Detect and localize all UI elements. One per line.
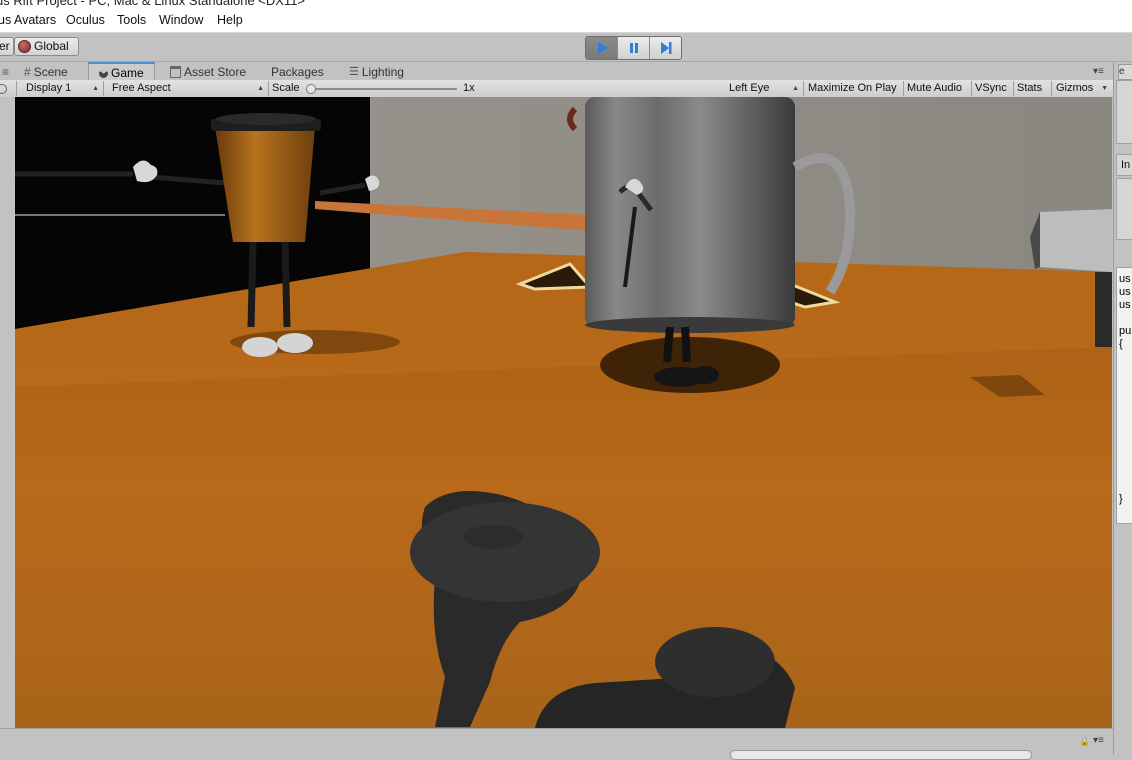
store-icon <box>170 66 181 78</box>
sliders-icon: ☰ <box>349 66 359 78</box>
mute-audio-toggle[interactable]: Mute Audio <box>903 81 972 96</box>
mute-audio-label: Mute Audio <box>907 82 963 94</box>
code-line-4: pu <box>1119 325 1132 337</box>
view-tab-strip: ≡ # Scene Game Asset Store Packages ☰ Li… <box>0 62 1113 82</box>
play-icon <box>597 42 608 54</box>
bottom-search-field[interactable] <box>730 750 1032 760</box>
menu-window[interactable]: Window <box>159 13 203 27</box>
code-line-6: } <box>1119 493 1123 505</box>
tab-packages[interactable]: Packages <box>271 64 324 80</box>
bottom-panel: 🔒 ▾≡ <box>0 728 1113 760</box>
eye-dropdown[interactable]: Left Eye ▲ <box>725 81 804 96</box>
code-line-1: us <box>1119 273 1131 285</box>
panel-options-icon[interactable]: ▾≡ <box>1093 64 1104 80</box>
chevron-updown-icon: ▲ <box>257 85 264 92</box>
vsync-toggle[interactable]: VSync <box>971 81 1014 96</box>
eye-label: Left Eye <box>729 82 770 94</box>
window-title: us Rift Project - PC, Mac & Linux Standa… <box>0 0 306 8</box>
game-render <box>15 97 1112 728</box>
scale-value: 1x <box>463 82 475 94</box>
tab-packages-label: Packages <box>271 65 324 79</box>
tab-scene[interactable]: # Scene <box>24 64 68 80</box>
menu-tools[interactable]: Tools <box>117 13 146 27</box>
lock-icon[interactable]: 🔒 <box>1079 736 1090 747</box>
tab-game[interactable]: Game <box>88 62 155 82</box>
display-dropdown[interactable]: Display 1 ▲ <box>22 81 104 96</box>
inspector-section-label: In <box>1121 159 1131 171</box>
global-toggle-button[interactable]: Global <box>14 37 79 56</box>
gizmos-label: Gizmos <box>1056 82 1094 94</box>
game-viewport[interactable] <box>15 97 1112 728</box>
scale-slider-track[interactable] <box>309 88 457 90</box>
code-line-5: { <box>1119 338 1123 350</box>
pivot-button[interactable]: er <box>0 37 14 56</box>
game-view-toolbar: Display 1 ▲ Free Aspect ▲ Scale 1x Left … <box>0 80 1113 98</box>
panel-options-icon[interactable]: ▾≡ <box>1093 735 1104 746</box>
tab-asset-store-label: Asset Store <box>184 65 247 79</box>
circle-icon <box>0 84 7 94</box>
chevron-down-icon: ▼ <box>1101 85 1108 92</box>
pivot-label: er <box>0 39 10 53</box>
scale-label: Scale <box>272 82 300 94</box>
tab-asset-store[interactable]: Asset Store <box>170 64 246 80</box>
menu-help[interactable]: Help <box>217 13 243 27</box>
aspect-label: Free Aspect <box>112 82 171 94</box>
game-view-left-control[interactable] <box>0 81 17 96</box>
play-button[interactable] <box>586 37 618 59</box>
pacman-icon <box>99 68 108 78</box>
code-line-2: us <box>1119 286 1131 298</box>
inspector-tab[interactable]: e <box>1118 64 1132 80</box>
global-label: Global <box>34 39 69 53</box>
tab-menu-icon[interactable]: ≡ <box>2 64 9 80</box>
chevron-updown-icon: ▲ <box>92 85 99 92</box>
window-titlebar: us Rift Project - PC, Mac & Linux Standa… <box>0 0 1132 8</box>
aspect-dropdown[interactable]: Free Aspect ▲ <box>108 81 269 96</box>
gizmos-dropdown[interactable]: Gizmos ▼ <box>1052 81 1112 96</box>
scale-slider-thumb[interactable] <box>306 84 316 94</box>
left-panel-edge <box>0 97 15 728</box>
maximize-on-play-toggle[interactable]: Maximize On Play <box>804 81 904 96</box>
pause-icon <box>629 43 638 53</box>
globe-icon <box>18 40 31 53</box>
play-controls <box>585 36 682 60</box>
stats-toggle[interactable]: Stats <box>1013 81 1052 96</box>
tab-lighting[interactable]: ☰ Lighting <box>349 64 404 80</box>
chevron-updown-icon: ▲ <box>792 85 799 92</box>
menu-oculus[interactable]: Oculus <box>66 13 105 27</box>
tab-game-label: Game <box>111 66 144 80</box>
inspector-panel-edge: e In <box>1113 62 1132 755</box>
code-line-3: us <box>1119 299 1131 311</box>
scale-control: Scale 1x <box>272 81 724 96</box>
grid-icon: # <box>24 65 31 79</box>
tab-scene-label: Scene <box>33 65 68 79</box>
display-label: Display 1 <box>26 82 72 94</box>
vsync-label: VSync <box>975 82 1007 94</box>
tab-lighting-label: Lighting <box>361 65 404 79</box>
main-toolbar: er Global <box>0 33 1132 62</box>
step-icon <box>660 42 671 54</box>
maximize-on-play-label: Maximize On Play <box>808 82 897 94</box>
inspector-field <box>1116 178 1132 240</box>
step-button[interactable] <box>650 37 681 59</box>
menu-bar: us Avatars Oculus Tools Window Help <box>0 8 1132 33</box>
stats-label: Stats <box>1017 82 1043 94</box>
menu-avatars[interactable]: us Avatars <box>0 13 56 27</box>
pause-button[interactable] <box>618 37 650 59</box>
inspector-header-box <box>1116 80 1132 144</box>
inspector-section: In <box>1116 154 1132 176</box>
